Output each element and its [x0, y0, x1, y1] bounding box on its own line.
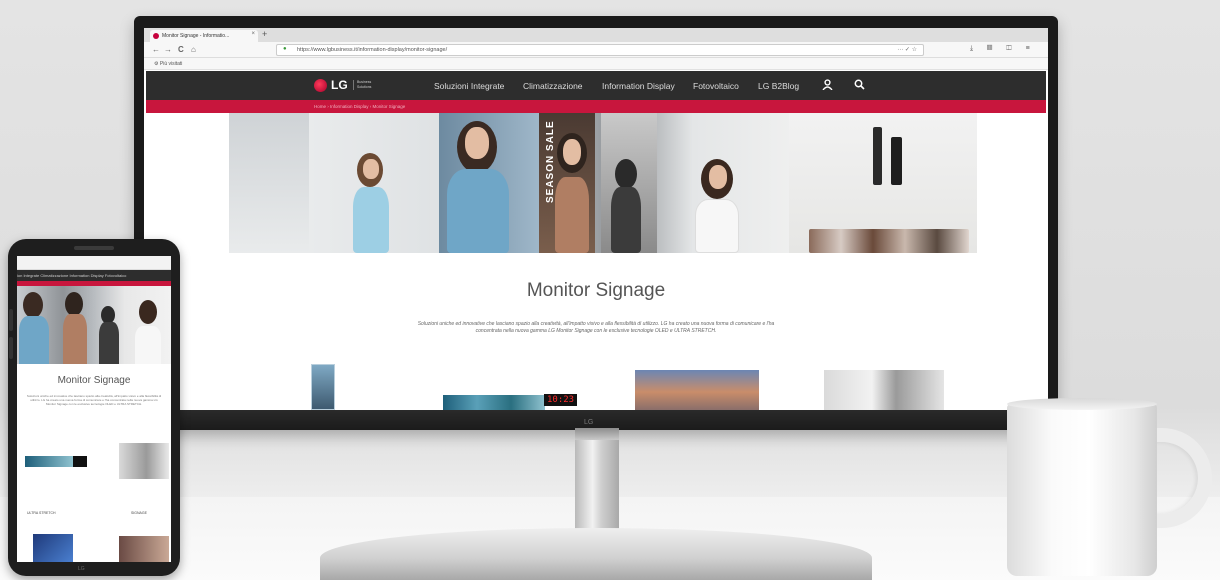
bookmark-most-visited[interactable]: ⚙ Più visitati	[154, 61, 182, 67]
clock-display: 10:23	[544, 394, 578, 406]
phone-label-signage[interactable]: SIGNAGE	[131, 511, 147, 515]
boot-display	[873, 127, 882, 185]
breadcrumb[interactable]: Home › Information Display › Monitor Sig…	[146, 100, 1046, 113]
volume-button	[9, 309, 13, 331]
browser-toolbar: ← → C ⌂ ● https://www.lgbusiness.it/info…	[144, 42, 1048, 58]
mug-rim	[1007, 398, 1157, 410]
model-figure-white	[695, 199, 739, 253]
product-thumb-ultra-stretch[interactable]	[443, 395, 545, 410]
phone-label-ultra-stretch[interactable]: ULTRA STRETCH	[27, 511, 56, 515]
lg-logo-text[interactable]: LG	[331, 78, 348, 92]
phone-hero-image	[17, 286, 171, 364]
home-icon[interactable]: ⌂	[191, 45, 196, 54]
search-icon[interactable]	[854, 79, 865, 93]
forward-icon[interactable]: →	[164, 45, 172, 54]
phone-home-logo: LG	[78, 566, 85, 572]
phone-site-nav[interactable]: ion Integrate Climatizzazione Informatio…	[17, 270, 171, 281]
phone-browser-bar	[17, 256, 171, 270]
phone-speaker	[74, 246, 114, 250]
monitor-stand-joint	[575, 428, 619, 440]
page-title: Monitor Signage	[526, 280, 666, 301]
phone-screen: ion Integrate Climatizzazione Informatio…	[17, 256, 171, 562]
hero-image: SEASON SALE	[229, 113, 977, 253]
menu-item-fotovoltaico[interactable]: Fotovoltaico	[693, 81, 739, 91]
menu-item-climatizzazione[interactable]: Climatizzazione	[523, 81, 583, 91]
lg-logo-icon[interactable]	[314, 79, 327, 92]
season-sale-text: SEASON SALE	[545, 120, 556, 203]
menu-item-information-display[interactable]: Information Display	[602, 81, 675, 91]
bookmarks-bar: ⚙ Più visitati	[144, 58, 1048, 70]
lg-favicon-icon	[153, 33, 159, 39]
smartphone: ion Integrate Climatizzazione Informatio…	[8, 239, 180, 576]
phone-page-description: Soluzioni uniche ed innovative che lasci…	[26, 394, 162, 406]
address-bar[interactable]: ● https://www.lgbusiness.it/information-…	[276, 44, 924, 56]
monitor-bezel: LG	[134, 410, 1058, 430]
phone-page-title: Monitor Signage	[57, 375, 131, 386]
page-description: Soluzioni uniche ed innovative che lasci…	[417, 321, 775, 334]
product-thumb-balloons[interactable]	[635, 370, 759, 410]
monitor-stand-base	[320, 528, 872, 580]
reload-icon[interactable]: C	[178, 45, 184, 54]
lg-logo-subtitle: Business Solutions	[353, 80, 377, 90]
product-thumb-store[interactable]	[824, 370, 944, 410]
tab-title: Monitor Signage - Informatio...	[162, 33, 230, 39]
phone-thumb-clock	[73, 456, 87, 467]
model-figure-denim	[447, 169, 509, 253]
product-thumb-oled-vertical[interactable]	[311, 364, 335, 410]
lock-icon: ●	[283, 46, 287, 52]
back-icon[interactable]: ←	[152, 45, 160, 54]
url-text: https://www.lgbusiness.it/information-di…	[297, 47, 448, 53]
toolbar-icons[interactable]: ⤓ ▥ ◫ ≡	[970, 45, 1036, 53]
monitor-stand-neck	[575, 428, 619, 532]
browser-tab[interactable]: Monitor Signage - Informatio... ×	[150, 30, 258, 42]
user-icon[interactable]	[822, 79, 833, 93]
browser-tab-bar: Monitor Signage - Informatio... × +	[144, 28, 1048, 42]
monitor-screen: Monitor Signage - Informatio... × + ← → …	[144, 28, 1048, 410]
model-figure-dress	[353, 187, 389, 253]
shoe-shelf	[809, 229, 969, 253]
phone-thumb-portrait[interactable]	[119, 536, 169, 562]
menu-item-lg-b2blog[interactable]: LG B2Blog	[758, 81, 799, 91]
phone-thumb-oled[interactable]	[33, 534, 73, 562]
site-navbar: LG Business Solutions Soluzioni Integrat…	[146, 71, 1046, 100]
phone-thumb-ultra-stretch[interactable]	[25, 456, 73, 467]
close-icon[interactable]: ×	[251, 31, 255, 37]
coffee-mug	[1007, 404, 1157, 576]
new-tab-button[interactable]: +	[262, 29, 267, 39]
phone-thumb-store[interactable]	[119, 443, 169, 479]
page-actions-icon[interactable]: ··· ✓ ☆	[897, 46, 917, 53]
menu-item-soluzioni-integrate[interactable]: Soluzioni Integrate	[434, 81, 504, 91]
monitor-logo: LG	[584, 419, 594, 426]
curved-monitor: Monitor Signage - Informatio... × + ← → …	[134, 16, 1058, 430]
